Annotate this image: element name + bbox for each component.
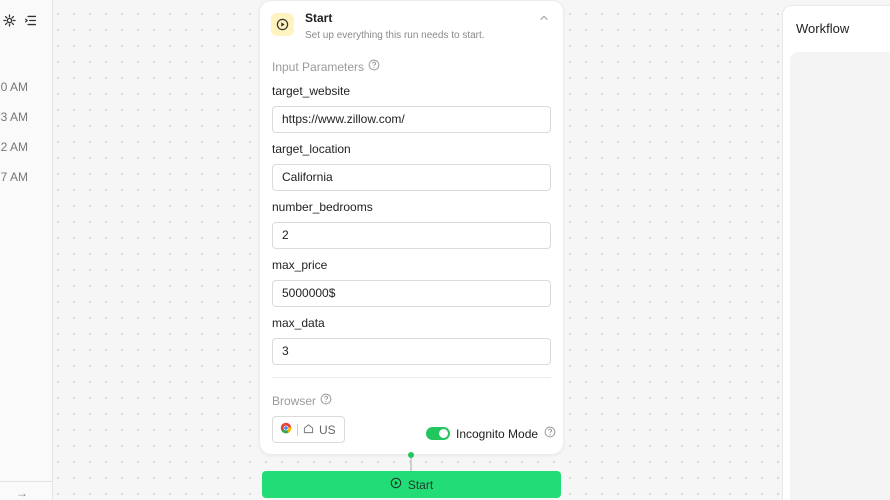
- connector-handle[interactable]: [408, 452, 414, 458]
- sidebar-divider: [0, 481, 52, 482]
- settings-icon[interactable]: [3, 14, 16, 27]
- max-price-input[interactable]: 5000000$: [272, 280, 551, 307]
- browser-label: Browser: [272, 393, 317, 408]
- collapse-list-icon[interactable]: [24, 14, 37, 27]
- number-bedrooms-input[interactable]: 2: [272, 222, 551, 249]
- run-time[interactable]: 10 AM: [0, 80, 28, 110]
- chevron-up-icon[interactable]: [539, 10, 549, 28]
- help-icon[interactable]: [368, 59, 380, 74]
- start-button[interactable]: Start: [262, 471, 561, 498]
- help-icon[interactable]: [320, 393, 332, 408]
- node-subtitle: Set up everything this run needs to star…: [305, 30, 485, 41]
- run-time[interactable]: 53 AM: [0, 110, 28, 140]
- play-circle-icon: [390, 477, 402, 492]
- chrome-icon: [280, 422, 292, 437]
- input-parameters-heading: Input Parameters: [272, 59, 380, 74]
- section-divider: [272, 377, 551, 378]
- expand-arrow-icon[interactable]: →: [16, 486, 28, 500]
- workflow-panel-title: Workflow: [796, 21, 850, 36]
- start-node-header: Start Set up everything this run needs t…: [271, 10, 485, 41]
- sidebar-toolbar: [3, 14, 37, 27]
- incognito-toggle[interactable]: [426, 427, 450, 440]
- run-time-list: 10 AM 53 AM 32 AM 27 AM: [0, 80, 28, 200]
- field-label-target-location: target_location: [272, 142, 351, 156]
- workflow-panel: Workflow: [782, 5, 890, 500]
- browser-heading: Browser: [272, 393, 332, 408]
- field-label-number-bedrooms: number_bedrooms: [272, 200, 373, 214]
- run-time[interactable]: 32 AM: [0, 140, 28, 170]
- target-location-input[interactable]: California: [272, 164, 551, 191]
- max-data-input[interactable]: 3: [272, 338, 551, 365]
- browser-selector[interactable]: US: [272, 416, 345, 443]
- field-label-max-price: max_price: [272, 258, 328, 272]
- incognito-row: Incognito Mode: [426, 426, 556, 441]
- left-sidebar: 10 AM 53 AM 32 AM 27 AM →: [0, 0, 53, 500]
- browser-region: US: [319, 422, 336, 437]
- field-label-target-website: target_website: [272, 84, 351, 98]
- separator: [297, 423, 298, 436]
- target-website-input[interactable]: https://www.zillow.com/: [272, 106, 551, 133]
- input-parameters-label: Input Parameters: [272, 59, 365, 74]
- field-label-max-data: max_data: [272, 316, 325, 330]
- run-time[interactable]: 27 AM: [0, 170, 28, 200]
- play-circle-icon: [271, 13, 294, 36]
- help-icon[interactable]: [544, 426, 556, 441]
- incognito-label: Incognito Mode: [456, 426, 539, 441]
- workflow-panel-content: [790, 52, 890, 500]
- start-node-card[interactable]: Start Set up everything this run needs t…: [259, 0, 564, 455]
- start-button-label: Start: [407, 477, 434, 492]
- home-icon: [303, 423, 314, 437]
- node-title: Start: [305, 11, 333, 25]
